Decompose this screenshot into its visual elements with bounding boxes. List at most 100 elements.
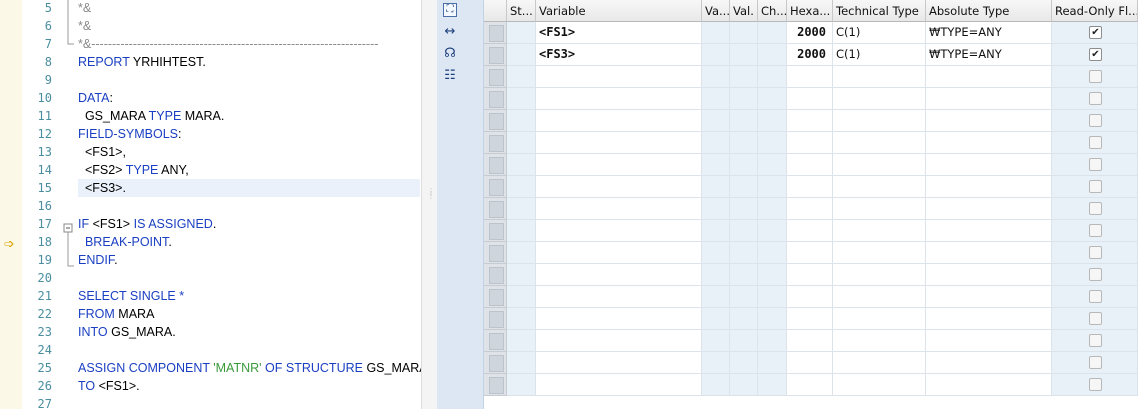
row-selector[interactable] bbox=[484, 264, 507, 286]
read-only-cell[interactable] bbox=[1052, 286, 1138, 308]
code-line[interactable] bbox=[78, 341, 420, 359]
row-selector-handle[interactable] bbox=[489, 333, 504, 350]
read-only-checkbox[interactable] bbox=[1089, 312, 1102, 325]
read-only-cell[interactable] bbox=[1052, 176, 1138, 198]
read-only-checkbox[interactable] bbox=[1089, 158, 1102, 171]
table-row[interactable] bbox=[484, 66, 1138, 88]
row-selector[interactable] bbox=[484, 330, 507, 352]
row-selector[interactable] bbox=[484, 44, 507, 66]
code-line[interactable]: *& bbox=[78, 17, 420, 35]
row-selector[interactable] bbox=[484, 88, 507, 110]
table-row[interactable] bbox=[484, 352, 1138, 374]
code-line[interactable] bbox=[78, 269, 420, 287]
code-line[interactable]: <FS3>. bbox=[78, 179, 420, 197]
row-selector[interactable] bbox=[484, 242, 507, 264]
code-line[interactable]: TO <FS1>. bbox=[78, 377, 420, 395]
row-selector-handle[interactable] bbox=[489, 47, 504, 64]
read-only-cell[interactable] bbox=[1052, 220, 1138, 242]
read-only-cell[interactable] bbox=[1052, 198, 1138, 220]
row-selector-handle[interactable] bbox=[489, 157, 504, 174]
table-row[interactable] bbox=[484, 110, 1138, 132]
row-selector[interactable] bbox=[484, 198, 507, 220]
read-only-cell[interactable] bbox=[1052, 154, 1138, 176]
row-selector[interactable] bbox=[484, 110, 507, 132]
row-selector-handle[interactable] bbox=[489, 355, 504, 372]
read-only-checkbox[interactable] bbox=[1089, 290, 1102, 303]
row-selector-handle[interactable] bbox=[489, 223, 504, 240]
read-only-cell[interactable]: ✔ bbox=[1052, 44, 1138, 66]
column-header[interactable]: Read-Only Fl... bbox=[1052, 0, 1138, 22]
column-header[interactable]: Ch... bbox=[758, 0, 787, 22]
row-selector-handle[interactable] bbox=[489, 289, 504, 306]
read-only-checkbox[interactable] bbox=[1089, 136, 1102, 149]
code-line[interactable] bbox=[78, 197, 420, 215]
code-line[interactable]: GS_MARA TYPE MARA. bbox=[78, 107, 420, 125]
settings-table-icon[interactable]: ☷ bbox=[442, 68, 458, 84]
row-selector-handle[interactable] bbox=[489, 113, 504, 130]
column-header[interactable]: Variable bbox=[536, 0, 702, 22]
variables-grid[interactable]: St... Variable Va... Val. Ch... Hexa... Techni… bbox=[484, 0, 1138, 409]
splitter-grip-icon[interactable]: ⋮ ⋮ bbox=[427, 188, 435, 204]
row-selector-handle[interactable] bbox=[489, 377, 504, 394]
table-row[interactable]: <FS1> 2000 C(1) ₩TYPE=ANY ✔ bbox=[484, 22, 1138, 44]
row-selector[interactable] bbox=[484, 154, 507, 176]
code-line[interactable]: ASSIGN COMPONENT 'MATNR' OF STRUCTURE GS… bbox=[78, 359, 428, 377]
table-row[interactable] bbox=[484, 176, 1138, 198]
read-only-cell[interactable] bbox=[1052, 66, 1138, 88]
table-row[interactable] bbox=[484, 308, 1138, 330]
read-only-checkbox[interactable] bbox=[1089, 356, 1102, 369]
row-selector[interactable] bbox=[484, 220, 507, 242]
code-line[interactable]: *& bbox=[78, 0, 420, 17]
code-line[interactable]: BREAK-POINT. bbox=[78, 233, 420, 251]
table-row[interactable] bbox=[484, 330, 1138, 352]
code-line[interactable]: FROM MARA bbox=[78, 305, 420, 323]
read-only-cell[interactable] bbox=[1052, 242, 1138, 264]
read-only-cell[interactable] bbox=[1052, 264, 1138, 286]
row-selector-handle[interactable] bbox=[489, 25, 504, 42]
read-only-checkbox[interactable]: ✔ bbox=[1089, 26, 1102, 39]
code-line[interactable]: DATA: bbox=[78, 89, 420, 107]
row-selector[interactable] bbox=[484, 176, 507, 198]
column-header[interactable]: Val. bbox=[730, 0, 758, 22]
row-selector[interactable] bbox=[484, 132, 507, 154]
code-line[interactable]: <FS1>, bbox=[78, 143, 420, 161]
row-selector[interactable] bbox=[484, 286, 507, 308]
code-line[interactable]: FIELD-SYMBOLS: bbox=[78, 125, 420, 143]
read-only-checkbox[interactable] bbox=[1089, 114, 1102, 127]
read-only-cell[interactable]: ✔ bbox=[1052, 22, 1138, 44]
read-only-checkbox[interactable] bbox=[1089, 92, 1102, 105]
row-selector-handle[interactable] bbox=[489, 91, 504, 108]
column-header[interactable]: Technical Type bbox=[833, 0, 926, 22]
read-only-checkbox[interactable] bbox=[1089, 70, 1102, 83]
headset-icon[interactable]: ☊ bbox=[442, 46, 458, 62]
code-line[interactable] bbox=[78, 395, 420, 413]
row-selector[interactable] bbox=[484, 22, 507, 44]
row-selector[interactable] bbox=[484, 308, 507, 330]
table-row[interactable] bbox=[484, 242, 1138, 264]
read-only-cell[interactable] bbox=[1052, 330, 1138, 352]
read-only-checkbox[interactable] bbox=[1089, 180, 1102, 193]
table-row[interactable] bbox=[484, 264, 1138, 286]
row-selector-handle[interactable] bbox=[489, 135, 504, 152]
row-selector-handle[interactable] bbox=[489, 179, 504, 196]
table-row[interactable] bbox=[484, 154, 1138, 176]
table-row[interactable]: <FS3> 2000 C(1) ₩TYPE=ANY ✔ bbox=[484, 44, 1138, 66]
read-only-cell[interactable] bbox=[1052, 88, 1138, 110]
read-only-cell[interactable] bbox=[1052, 374, 1138, 396]
table-row[interactable] bbox=[484, 88, 1138, 110]
code-line[interactable]: IF <FS1> IS ASSIGNED. bbox=[78, 215, 420, 233]
read-only-checkbox[interactable]: ✔ bbox=[1089, 48, 1102, 61]
column-header[interactable]: Absolute Type bbox=[926, 0, 1052, 22]
code-line[interactable]: *&--------------------------------------… bbox=[78, 35, 420, 53]
table-row[interactable] bbox=[484, 374, 1138, 396]
row-selector-handle[interactable] bbox=[489, 201, 504, 218]
row-selector-handle[interactable] bbox=[489, 311, 504, 328]
column-header[interactable]: Hexa... bbox=[787, 0, 833, 22]
table-row[interactable] bbox=[484, 198, 1138, 220]
fit-screen-icon[interactable]: ⛶ bbox=[443, 3, 457, 17]
column-header[interactable]: Va... bbox=[702, 0, 730, 22]
read-only-checkbox[interactable] bbox=[1089, 202, 1102, 215]
row-selector[interactable] bbox=[484, 66, 507, 88]
table-row[interactable] bbox=[484, 286, 1138, 308]
table-row[interactable] bbox=[484, 220, 1138, 242]
